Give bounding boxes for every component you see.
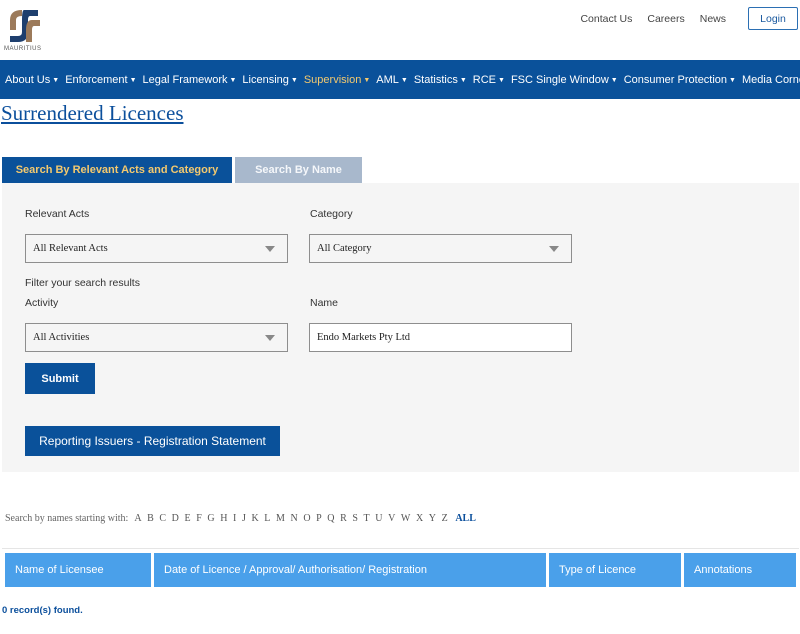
alpha-letter[interactable]: U xyxy=(375,513,382,524)
chevron-down-icon: ▼ xyxy=(229,76,237,84)
news-link[interactable]: News xyxy=(700,13,726,25)
column-header-name-of-licensee: Name of Licensee xyxy=(5,553,151,587)
alpha-letter[interactable]: C xyxy=(159,513,166,524)
tab-search-by-name[interactable]: Search By Name xyxy=(235,157,362,183)
alpha-letter[interactable]: X xyxy=(416,513,423,524)
activity-select[interactable]: All Activities xyxy=(25,323,288,352)
nav-item-enforcement[interactable]: Enforcement ▼ xyxy=(65,74,136,86)
nav-item-fsc-single-window[interactable]: FSC Single Window ▼ xyxy=(511,74,618,86)
alpha-letter[interactable]: N xyxy=(290,513,297,524)
nav-item-licensing[interactable]: Licensing ▼ xyxy=(242,74,297,86)
category-label: Category xyxy=(310,208,353,220)
alpha-letter[interactable]: Z xyxy=(442,513,448,524)
alpha-letter[interactable]: V xyxy=(388,513,395,524)
alpha-letter[interactable]: P xyxy=(316,513,322,524)
divider xyxy=(2,548,799,549)
nav-item-supervision[interactable]: Supervision ▼ xyxy=(304,74,370,86)
alpha-all-link[interactable]: ALL xyxy=(455,513,476,524)
alpha-letter[interactable]: H xyxy=(220,513,227,524)
category-select[interactable]: All Category xyxy=(309,234,572,263)
name-label: Name xyxy=(310,297,339,309)
careers-link[interactable]: Careers xyxy=(647,13,684,25)
chevron-down-icon: ▼ xyxy=(363,76,371,84)
chevron-down-icon: ▼ xyxy=(459,76,467,84)
top-links: Contact Us Careers News xyxy=(580,13,726,25)
chevron-down-icon: ▼ xyxy=(610,76,618,84)
alpha-letter[interactable]: M xyxy=(276,513,285,524)
alpha-letter[interactable]: R xyxy=(340,513,347,524)
logo-caption: MAURITIUS xyxy=(4,46,42,52)
filter-results-label: Filter your search results xyxy=(25,277,140,289)
alpha-letter[interactable]: O xyxy=(303,513,310,524)
nav-item-legal-framework[interactable]: Legal Framework ▼ xyxy=(143,74,237,86)
alpha-letter[interactable]: S xyxy=(352,513,358,524)
alpha-letter[interactable]: T xyxy=(364,513,370,524)
alpha-letter[interactable]: Q xyxy=(327,513,334,524)
alphabet-filter-label: Search by names starting with: xyxy=(5,513,129,524)
alpha-letter[interactable]: B xyxy=(147,513,154,524)
alpha-letter[interactable]: G xyxy=(207,513,214,524)
nav-item-consumer-protection[interactable]: Consumer Protection ▼ xyxy=(624,74,736,86)
chevron-down-icon: ▼ xyxy=(400,76,408,84)
relevant-acts-label: Relevant Acts xyxy=(25,208,90,220)
alpha-letter[interactable]: A xyxy=(134,513,141,524)
login-button[interactable]: Login xyxy=(748,7,798,30)
alpha-letter[interactable]: I xyxy=(233,513,236,524)
alpha-letter[interactable]: L xyxy=(264,513,270,524)
tab-search-by-acts[interactable]: Search By Relevant Acts and Category xyxy=(2,157,232,183)
alpha-letter[interactable]: D xyxy=(172,513,179,524)
column-header-type-of-licence: Type of Licence xyxy=(549,553,681,587)
site-header: MAURITIUS Contact Us Careers News Login xyxy=(0,0,800,60)
column-header-date-of-licence: Date of Licence / Approval/ Authorisatio… xyxy=(154,553,546,587)
relevant-acts-select[interactable]: All Relevant Acts xyxy=(25,234,288,263)
nav-item-media-corner[interactable]: Media Corner▼ xyxy=(742,74,800,86)
nav-item-rce[interactable]: RCE ▼ xyxy=(473,74,505,86)
name-input[interactable] xyxy=(309,323,572,352)
reporting-issuers-button[interactable]: Reporting Issuers - Registration Stateme… xyxy=(25,426,280,456)
dropdown-arrow-icon xyxy=(549,246,559,252)
alpha-letter[interactable]: W xyxy=(401,513,410,524)
chevron-down-icon: ▼ xyxy=(498,76,505,84)
nav-item-aml[interactable]: AML ▼ xyxy=(376,74,408,86)
nav-item-statistics[interactable]: Statistics ▼ xyxy=(414,74,467,86)
activity-label: Activity xyxy=(25,297,59,309)
dropdown-arrow-icon xyxy=(265,246,275,252)
nav-item-about-us[interactable]: About Us ▼ xyxy=(5,74,59,86)
chevron-down-icon: ▼ xyxy=(52,76,60,84)
alphabet-filter: Search by names starting with: A B C D E… xyxy=(5,513,476,524)
chevron-down-icon: ▼ xyxy=(129,76,137,84)
alpha-letter[interactable]: Y xyxy=(429,513,436,524)
contact-us-link[interactable]: Contact Us xyxy=(580,13,632,25)
column-header-annotations: Annotations xyxy=(684,553,796,587)
page-title[interactable]: Surrendered Licences xyxy=(1,101,184,126)
alpha-letter[interactable]: F xyxy=(196,513,202,524)
submit-button[interactable]: Submit xyxy=(25,363,95,394)
dropdown-arrow-icon xyxy=(265,335,275,341)
chevron-down-icon: ▼ xyxy=(729,76,736,84)
alpha-letter[interactable]: K xyxy=(251,513,258,524)
main-nav: About Us ▼ Enforcement ▼ Legal Framework ▼ … xyxy=(0,60,800,99)
search-form-panel: Relevant Acts All Relevant Acts Category… xyxy=(2,183,799,472)
alpha-letter[interactable]: J xyxy=(242,513,246,524)
alpha-letter[interactable]: E xyxy=(185,513,191,524)
records-count: 0 record(s) found. xyxy=(2,605,83,616)
chevron-down-icon: ▼ xyxy=(290,76,298,84)
